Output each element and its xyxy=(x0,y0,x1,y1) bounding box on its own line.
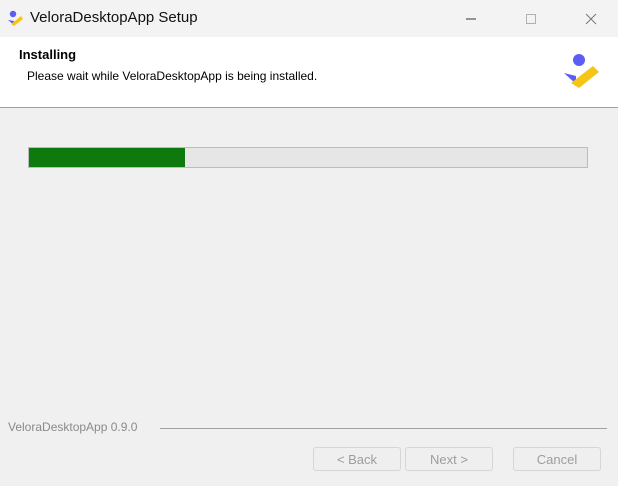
title-bar[interactable]: VeloraDesktopApp Setup xyxy=(0,0,618,37)
installer-window: VeloraDesktopApp Setup Installing Please… xyxy=(0,0,618,486)
maximize-icon xyxy=(526,13,536,24)
page-title: Installing xyxy=(19,47,77,62)
velora-logo-icon xyxy=(564,54,599,88)
back-button[interactable]: < Back xyxy=(313,447,401,471)
velora-logo-icon xyxy=(8,10,23,26)
minimize-button[interactable] xyxy=(448,0,494,37)
page-subtitle: Please wait while VeloraDesktopApp is be… xyxy=(27,69,318,83)
cancel-button[interactable]: Cancel xyxy=(513,447,601,471)
footer-divider xyxy=(160,428,607,429)
brand-version-label: VeloraDesktopApp 0.9.0 xyxy=(8,420,138,434)
close-button[interactable] xyxy=(568,0,614,37)
installer-header: Installing Please wait while VeloraDeskt… xyxy=(0,37,618,108)
next-button[interactable]: Next > xyxy=(405,447,493,471)
install-progress-bar xyxy=(28,147,588,168)
maximize-button[interactable] xyxy=(508,0,554,37)
install-progress-fill xyxy=(29,148,186,167)
minimize-icon xyxy=(466,18,476,19)
close-icon xyxy=(585,13,597,24)
window-title: VeloraDesktopApp Setup xyxy=(30,9,198,26)
